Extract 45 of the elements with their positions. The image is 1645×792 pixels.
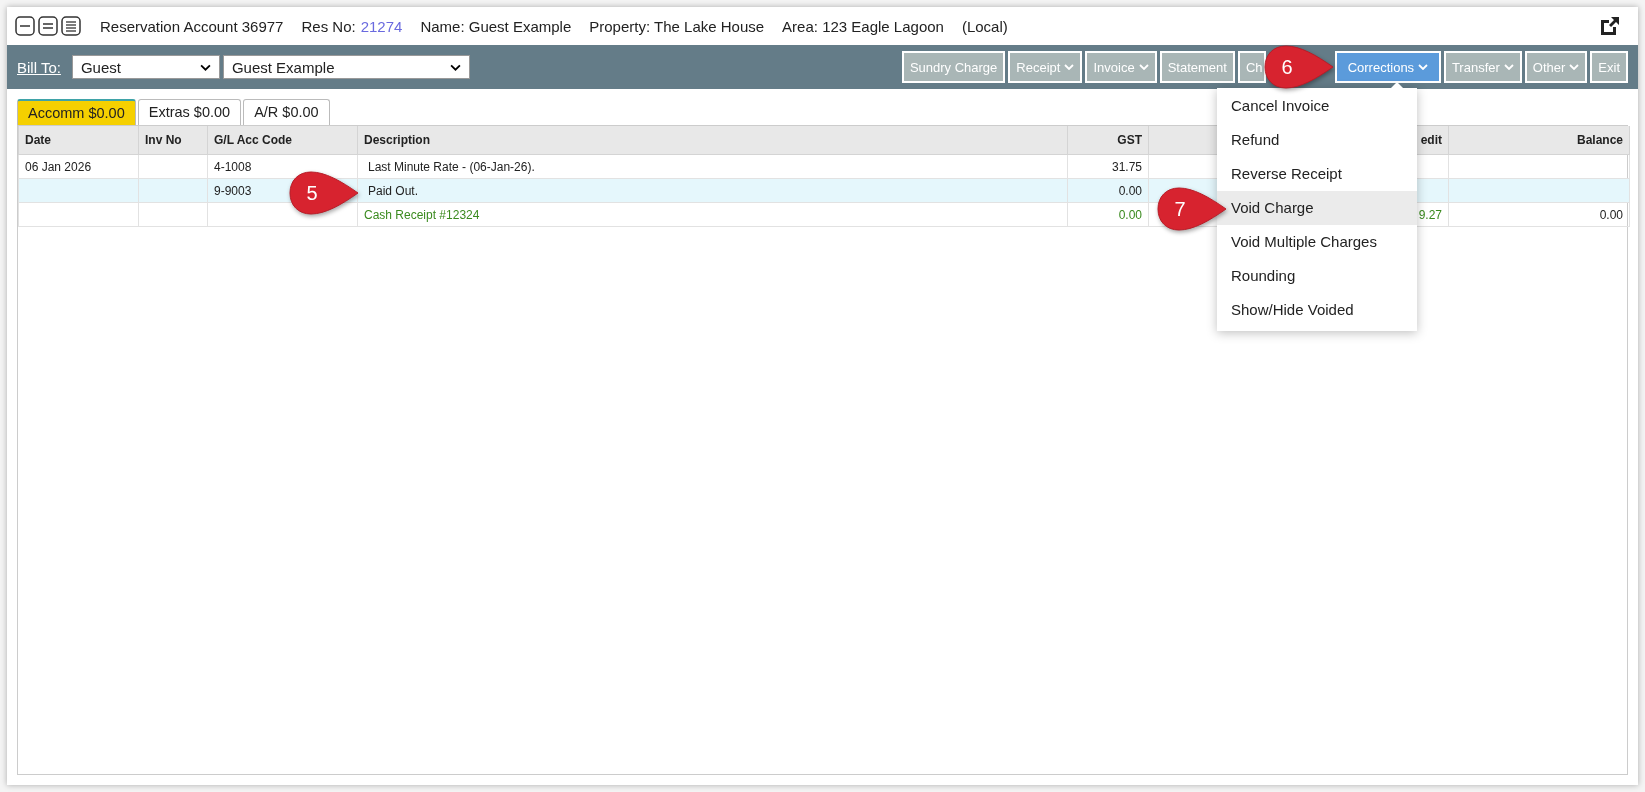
tab[interactable]: A/R $0.00 bbox=[243, 99, 330, 125]
res-no-value: 21274 bbox=[360, 17, 403, 35]
table-cell: 0.00 bbox=[1118, 207, 1142, 222]
bill-to-link[interactable]: Bill To: bbox=[17, 58, 61, 76]
property-name: Property: The Lake House bbox=[589, 17, 765, 35]
table-cell: Last Minute Rate - (06-Jan-26). bbox=[368, 159, 535, 174]
res-no-label: Res No: bbox=[301, 17, 356, 35]
tab[interactable]: Extras $0.00 bbox=[137, 99, 242, 125]
menu-item[interactable]: Cancel Invoice bbox=[1217, 89, 1417, 123]
minimize-icon[interactable] bbox=[15, 16, 35, 36]
tab[interactable]: Accomm $0.00 bbox=[17, 99, 136, 125]
bill-to-type-select[interactable]: Guest bbox=[71, 55, 220, 79]
column-header: GST bbox=[1117, 133, 1142, 147]
account-title: Reservation Account 36977 bbox=[100, 17, 284, 35]
menu-item[interactable]: Rounding bbox=[1217, 259, 1417, 293]
column-header: Balance bbox=[1576, 133, 1623, 147]
popout-icon[interactable] bbox=[1598, 14, 1622, 38]
menu-item[interactable]: Refund bbox=[1217, 123, 1417, 157]
column-header: edit bbox=[1420, 133, 1442, 147]
list-icon[interactable] bbox=[38, 16, 58, 36]
step-callout: 5 bbox=[288, 170, 360, 216]
guest-name: Name: Guest Example bbox=[420, 17, 572, 35]
table-cell: 9.27 bbox=[1418, 207, 1442, 222]
bill-to-name-select[interactable]: Guest Example bbox=[222, 55, 470, 79]
caret-icon bbox=[199, 63, 211, 71]
table-cell: 0.00 bbox=[1599, 207, 1623, 222]
area-name: Area: 123 Eagle Lagoon bbox=[782, 17, 944, 35]
column-header: Inv No bbox=[145, 133, 182, 147]
table-cell: 9-9003 bbox=[214, 183, 252, 198]
step-callout: 7 bbox=[1156, 186, 1228, 232]
column-header: Date bbox=[25, 133, 51, 147]
caret-icon bbox=[449, 63, 461, 71]
table-cell: 06 Jan 2026 bbox=[25, 159, 92, 174]
column-header: Description bbox=[364, 133, 430, 147]
step-callout: 6 bbox=[1263, 44, 1335, 90]
table-cell: 31.75 bbox=[1111, 159, 1142, 174]
menu-item[interactable]: Void Charge bbox=[1217, 191, 1417, 225]
scope-label: (Local) bbox=[961, 17, 1008, 35]
detail-list-icon[interactable] bbox=[61, 16, 81, 36]
table-cell: 4-1008 bbox=[214, 159, 252, 174]
table-cell: 0.00 bbox=[1118, 183, 1142, 198]
column-header: G/L Acc Code bbox=[214, 133, 293, 147]
table-cell: Cash Receipt #12324 bbox=[364, 207, 480, 222]
table-cell: Paid Out. bbox=[368, 183, 419, 198]
menu-item[interactable]: Show/Hide Voided bbox=[1217, 293, 1417, 327]
